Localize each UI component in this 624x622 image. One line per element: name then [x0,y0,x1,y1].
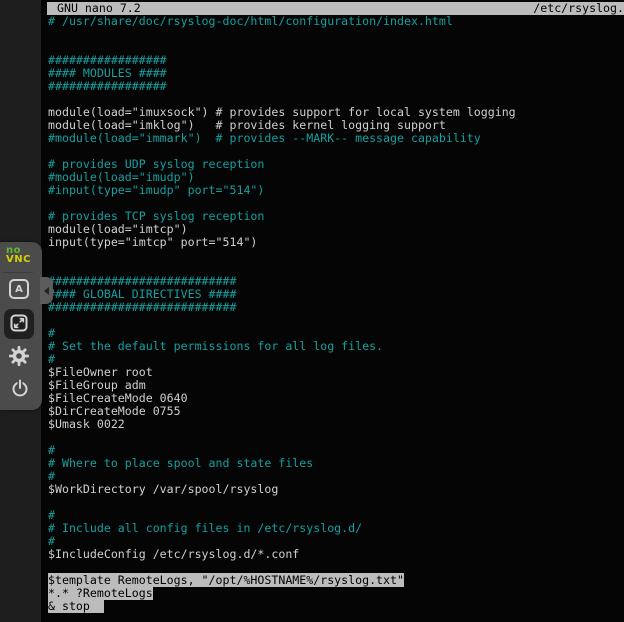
panel-divider [3,272,33,273]
editor-line[interactable] [48,314,624,327]
editor-line[interactable]: $Umask 0022 [48,418,624,431]
editor-line[interactable] [48,28,624,41]
editor-line[interactable]: #input(type="imudp" port="514") [48,184,624,197]
editor-line[interactable]: input(type="imtcp" port="514") [48,236,624,249]
editor-screen[interactable]: # /usr/share/doc/rsyslog-doc/html/config… [48,15,624,613]
editor-line[interactable]: # /usr/share/doc/rsyslog-doc/html/config… [48,15,624,28]
clipboard-icon-letter: A [15,284,23,295]
editor-line[interactable] [48,249,624,262]
editor-line[interactable]: ########################### [48,301,624,314]
editor-line[interactable]: ################# [48,80,624,93]
novnc-logo: no VNC [6,246,31,264]
fullscreen-icon [9,313,29,336]
editor-line[interactable]: # Where to place spool and state files [48,457,624,470]
clipboard-button[interactable]: A [8,278,30,300]
editor-line[interactable]: # Include all config files in /etc/rsysl… [48,522,624,535]
editor-line[interactable]: # Set the default permissions for all lo… [48,340,624,353]
settings-button[interactable] [7,345,31,369]
editor-line[interactable]: $IncludeConfig /etc/rsyslog.d/*.conf [48,548,624,561]
panel-collapse-handle[interactable] [40,277,53,304]
novnc-logo-bottom: VNC [6,255,31,264]
power-icon [9,377,31,402]
editor-line[interactable] [48,496,624,509]
editor-line[interactable] [48,431,624,444]
vnc-control-bar: no VNC A [0,242,42,410]
open-file-path-label: /etc/rsyslog. [533,2,624,15]
editor-line[interactable]: *.* ?RemoteLogs [48,587,624,600]
clipboard-icon: A [9,279,29,299]
gear-icon [7,344,31,371]
vnc-session-screen: GNU nano 7.2 /etc/rsyslog. # /usr/share/… [0,0,624,622]
fullscreen-button[interactable] [4,309,34,339]
editor-line[interactable]: & stop [48,600,624,613]
power-button[interactable] [9,378,31,400]
editor-line[interactable]: #module(load="immark") # provides --MARK… [48,132,624,145]
collapse-arrow-left-icon [44,287,49,295]
editor-line[interactable]: $WorkDirectory /var/spool/rsyslog [48,483,624,496]
editor-line[interactable]: $DirCreateMode 0755 [48,405,624,418]
